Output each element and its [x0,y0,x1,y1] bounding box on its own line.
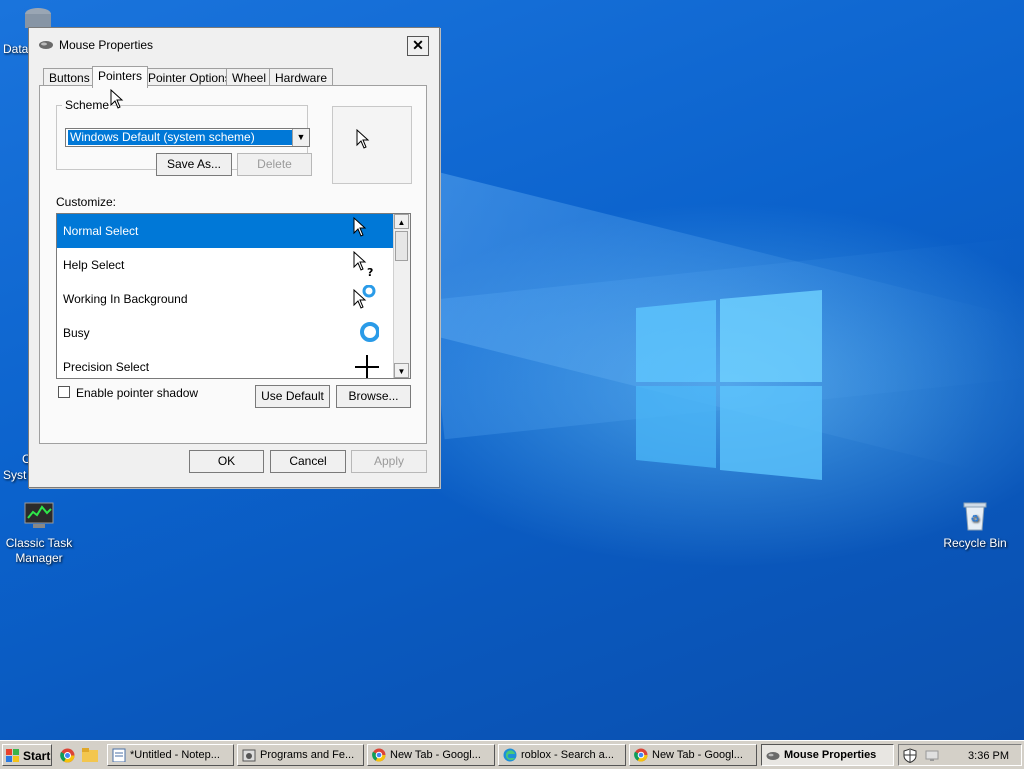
svg-text:?: ? [367,266,373,277]
customize-label: Customize: [56,195,117,209]
enable-pointer-shadow-row[interactable]: Enable pointer shadow [58,386,198,400]
chrome-icon [634,748,648,762]
taskbar-button-mouse-properties[interactable]: Mouse Properties [761,744,894,766]
list-item-busy[interactable]: Busy [57,316,393,350]
mouse-pointer-icon [110,89,124,109]
taskbar-button-chrome-1[interactable]: New Tab - Googl... [367,744,495,766]
taskbar-button-label: *Untitled - Notep... [130,749,220,761]
taskbar-button-notepad[interactable]: *Untitled - Notep... [107,744,234,766]
cursor-preview [332,106,412,184]
taskbar-button-label: roblox - Search a... [521,749,614,761]
arrow-cursor-icon [356,129,370,149]
pointers-panel: Scheme Windows Default (system scheme) ▼… [39,85,427,444]
desktop-icon-recycle-bin[interactable]: ♻ Recycle Bin [930,500,1020,551]
chrome-icon[interactable] [60,748,75,763]
delete-button[interactable]: Delete [237,153,312,176]
folder-icon[interactable] [82,748,98,762]
desktop-icon-label-partial: Syst [3,468,27,482]
edge-icon [503,748,517,762]
save-as-button[interactable]: Save As... [156,153,232,176]
start-label: Start [23,749,51,763]
list-item-help-select[interactable]: Help Select ? [57,248,393,282]
windows-flag-icon [6,749,19,762]
enable-pointer-shadow-checkbox[interactable] [58,386,70,398]
desktop-icon-label: Classic Task Manager [5,536,73,565]
notepad-icon [112,748,126,762]
close-button[interactable]: ✕ [407,36,429,56]
taskbar: Start *Untitled - Notep... Programs and … [0,740,1024,769]
clock[interactable]: 3:36 PM [968,748,1009,764]
scheme-legend: Scheme [65,98,110,112]
enable-pointer-shadow-label: Enable pointer shadow [76,386,199,400]
apply-button[interactable]: Apply [351,450,427,473]
cancel-button[interactable]: Cancel [270,450,346,473]
list-item-label: Help Select [63,258,125,272]
programs-icon [242,749,256,762]
system-tray: 3:36 PM [898,744,1022,766]
mouse-icon [766,752,780,760]
windows-logo-wallpaper [636,290,822,480]
desktop-icon-label: Recycle Bin [943,536,1007,550]
desktop-icon-label-partial: Data [3,42,29,56]
crosshair-cursor-icon [355,355,379,378]
list-item-label: Working In Background [63,292,188,306]
scheme-dropdown[interactable]: Windows Default (system scheme) ▼ [65,128,310,147]
taskbar-button-label: Programs and Fe... [260,749,355,761]
taskbar-button-edge[interactable]: roblox - Search a... [498,744,626,766]
scroll-thumb[interactable] [395,231,408,261]
mouse-icon [39,41,53,49]
arrow-cursor-icon [353,217,367,237]
list-item-label: Busy [63,326,90,340]
scroll-down-icon[interactable]: ▼ [394,363,409,378]
taskbar-button-label: Mouse Properties [784,749,877,761]
scroll-up-icon[interactable]: ▲ [394,214,409,229]
list-item-label: Precision Select [63,360,150,374]
tab-pointers[interactable]: Pointers [92,66,149,88]
dialog-title: Mouse Properties [59,38,154,52]
list-scrollbar[interactable]: ▲ ▼ [393,214,410,378]
title-bar[interactable]: Mouse Properties ✕ [33,34,433,56]
busy-cursor-icon [360,322,379,342]
task-manager-icon [24,502,54,528]
ok-button[interactable]: OK [189,450,264,473]
scheme-selected-value: Windows Default (system scheme) [68,130,292,145]
list-item-working-in-background[interactable]: Working In Background [57,282,393,316]
taskbar-button-label: New Tab - Googl... [390,749,481,761]
taskbar-button-programs-and-features[interactable]: Programs and Fe... [237,744,364,766]
mouse-properties-dialog: Mouse Properties ✕ Buttons Pointers Poin… [28,27,440,488]
taskbar-button-label: New Tab - Googl... [652,749,743,761]
security-shield-icon[interactable] [903,748,917,763]
cursor-list[interactable]: Normal Select Help Select ? Working In B… [56,213,411,379]
taskbar-button-chrome-2[interactable]: New Tab - Googl... [629,744,757,766]
list-item-normal-select[interactable]: Normal Select [57,214,393,248]
recycle-bin-icon: ♻ [963,502,987,531]
browse-button[interactable]: Browse... [336,385,411,408]
network-icon[interactable] [925,750,941,762]
help-cursor-icon: ? [353,251,373,277]
chevron-down-icon[interactable]: ▼ [292,129,309,146]
scheme-group: Scheme Windows Default (system scheme) ▼… [56,98,312,176]
start-button[interactable]: Start [2,744,52,766]
list-item-label: Normal Select [63,224,139,238]
chrome-icon [372,748,386,762]
svg-text:♻: ♻ [971,514,980,525]
list-item-precision-select[interactable]: Precision Select [57,350,393,378]
desktop-icon-classic-task-manager[interactable]: Classic Task Manager [0,500,84,566]
working-cursor-icon [353,285,376,309]
use-default-button[interactable]: Use Default [255,385,330,408]
